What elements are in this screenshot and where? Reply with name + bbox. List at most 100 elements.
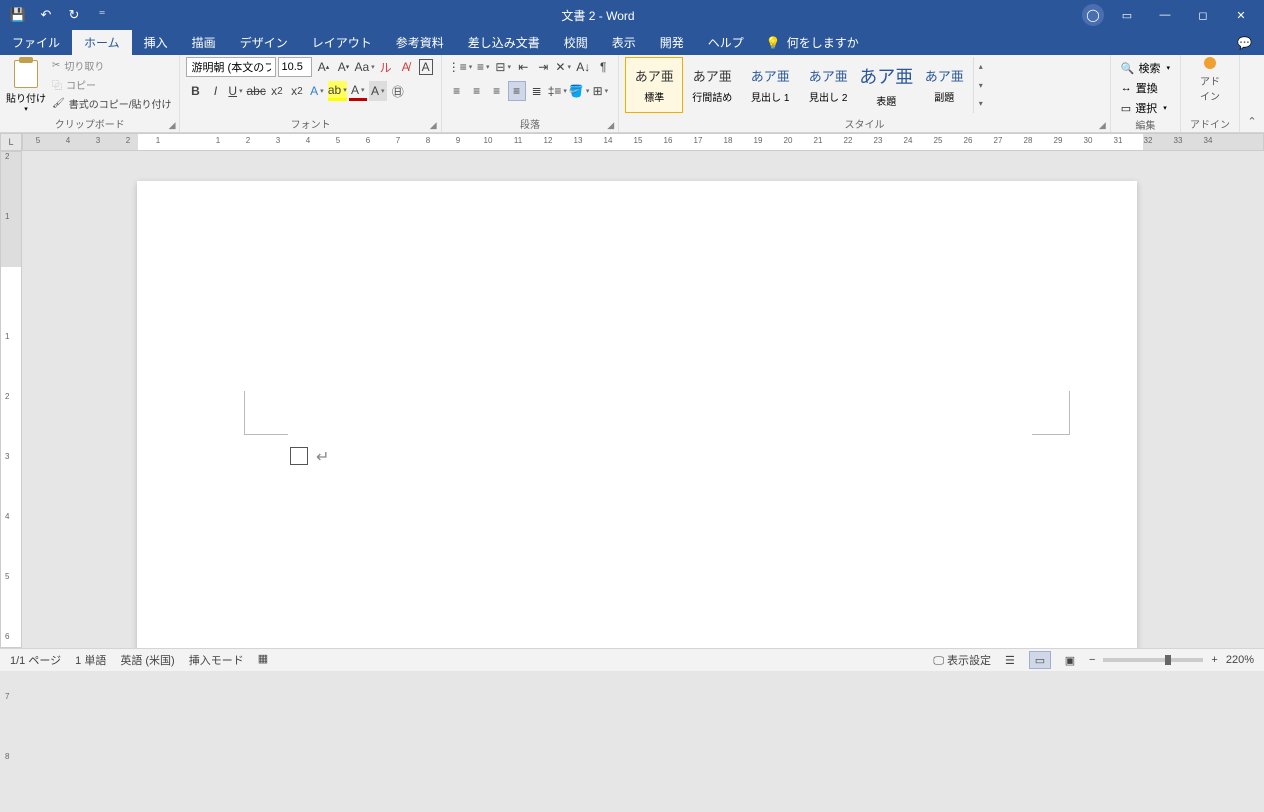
vertical-ruler[interactable]: 2112345678 xyxy=(0,151,22,648)
tab-home[interactable]: ホーム xyxy=(72,30,132,55)
increase-indent-button[interactable]: ⇥ xyxy=(534,57,552,77)
collapse-ribbon-button[interactable]: ⌃ xyxy=(1240,55,1264,132)
clear-format-button[interactable]: A̸ xyxy=(397,57,415,77)
redo-button[interactable]: ↻ xyxy=(62,3,86,27)
tab-view[interactable]: 表示 xyxy=(600,30,648,55)
shrink-font-button[interactable]: A▾ xyxy=(334,57,352,77)
display-settings-button[interactable]: 🖵 表示設定 xyxy=(933,652,991,668)
save-button[interactable]: 💾 xyxy=(6,3,30,27)
shading-button[interactable]: 🪣 xyxy=(569,81,589,101)
styles-scroll[interactable]: ▴▾▾ xyxy=(973,57,987,113)
font-size-combo[interactable] xyxy=(278,57,312,77)
copy-button[interactable]: ⿻コピー xyxy=(50,76,173,93)
align-center-button[interactable]: ≡ xyxy=(468,81,486,101)
view-web-layout[interactable]: ▣ xyxy=(1059,651,1081,669)
minimize-button[interactable]: — xyxy=(1150,3,1180,27)
status-page[interactable]: 1/1 ページ xyxy=(10,652,61,668)
tab-help[interactable]: ヘルプ xyxy=(696,30,756,55)
decrease-indent-button[interactable]: ⇤ xyxy=(514,57,532,77)
status-words[interactable]: 1 単語 xyxy=(75,652,106,668)
line-spacing-button[interactable]: ‡≡ xyxy=(548,81,567,101)
subscript-button[interactable]: x2 xyxy=(268,81,286,101)
zoom-level[interactable]: 220% xyxy=(1226,654,1254,666)
replace-button[interactable]: ↔置換 xyxy=(1117,79,1174,97)
underline-button[interactable]: U xyxy=(226,81,244,101)
tab-draw[interactable]: 描画 xyxy=(180,30,228,55)
cut-button[interactable]: ✂切り取り xyxy=(50,57,173,74)
tell-me-search[interactable]: 💡 何をしますか xyxy=(756,30,869,55)
enclose-char-button[interactable]: ㊐ xyxy=(389,81,407,101)
style-subtitle[interactable]: あア亜副題 xyxy=(915,57,973,113)
tab-review[interactable]: 校閲 xyxy=(552,30,600,55)
tab-layout[interactable]: レイアウト xyxy=(300,30,384,55)
style-normal[interactable]: あア亜標準 xyxy=(625,57,683,113)
ribbon-display-options[interactable]: ▭ xyxy=(1112,3,1142,27)
tab-design[interactable]: デザイン xyxy=(228,30,300,55)
paste-button[interactable]: 貼り付け ▾ xyxy=(6,57,46,115)
tab-mailings[interactable]: 差し込み文書 xyxy=(456,30,552,55)
style-title[interactable]: あア亜表題 xyxy=(857,57,915,113)
title-bar: 💾 ↶ ↻ ⁼ 文書 2 - Word ◯ ▭ — ◻ ✕ xyxy=(0,0,1264,30)
bold-button[interactable]: B xyxy=(186,81,204,101)
strikethrough-button[interactable]: abc xyxy=(246,81,265,101)
align-right-button[interactable]: ≡ xyxy=(488,81,506,101)
superscript-button[interactable]: x2 xyxy=(288,81,306,101)
style-heading1[interactable]: あア亜見出し 1 xyxy=(741,57,799,113)
group-styles: あア亜標準 あア亜行間詰め あア亜見出し 1 あア亜見出し 2 あア亜表題 あア… xyxy=(619,55,1111,132)
font-group-label: フォント xyxy=(291,120,331,131)
bullets-button[interactable]: ⋮≡ xyxy=(448,57,473,77)
italic-button[interactable]: I xyxy=(206,81,224,101)
zoom-out-button[interactable]: − xyxy=(1089,654,1095,666)
maximize-button[interactable]: ◻ xyxy=(1188,3,1218,27)
multilevel-button[interactable]: ⊟ xyxy=(494,57,512,77)
style-nospacing[interactable]: あア亜行間詰め xyxy=(683,57,741,113)
zoom-in-button[interactable]: + xyxy=(1211,654,1217,666)
undo-button[interactable]: ↶ xyxy=(34,3,58,27)
change-case-button[interactable]: Aa xyxy=(354,57,374,77)
grow-font-button[interactable]: A▴ xyxy=(314,57,332,77)
char-shading-button[interactable]: A xyxy=(369,81,387,101)
status-macro-icon[interactable]: ▦ xyxy=(258,652,268,668)
document-scroll[interactable]: ↵ xyxy=(22,151,1264,648)
highlight-button[interactable]: ab xyxy=(328,81,347,101)
find-button[interactable]: 🔍検索▾ xyxy=(1117,59,1174,77)
tab-references[interactable]: 参考資料 xyxy=(384,30,456,55)
paragraph-launcher[interactable]: ◢ xyxy=(607,120,614,131)
addin-button[interactable]: アド イン xyxy=(1187,57,1233,103)
horizontal-ruler[interactable]: 5432112345678910111213141516171819202122… xyxy=(22,133,1264,151)
ribbon: 貼り付け ▾ ✂切り取り ⿻コピー 🖌書式のコピー/貼り付け クリップボード◢ … xyxy=(0,55,1264,133)
close-button[interactable]: ✕ xyxy=(1226,3,1256,27)
view-print-layout[interactable]: ▭ xyxy=(1029,651,1051,669)
format-painter-button[interactable]: 🖌書式のコピー/貼り付け xyxy=(50,95,173,112)
zoom-slider[interactable] xyxy=(1103,658,1203,662)
font-launcher[interactable]: ◢ xyxy=(430,120,437,131)
tab-developer[interactable]: 開発 xyxy=(648,30,696,55)
clipboard-launcher[interactable]: ◢ xyxy=(169,120,176,131)
style-heading2[interactable]: あア亜見出し 2 xyxy=(799,57,857,113)
status-mode[interactable]: 挿入モード xyxy=(189,652,244,668)
share-button[interactable]: 💬 xyxy=(1237,30,1264,55)
account-avatar[interactable]: ◯ xyxy=(1082,4,1104,26)
text-effects-button[interactable]: A xyxy=(308,81,326,101)
align-left-button[interactable]: ≡ xyxy=(448,81,466,101)
show-marks-button[interactable]: ¶ xyxy=(594,57,612,77)
tab-insert[interactable]: 挿入 xyxy=(132,30,180,55)
ruby-button[interactable]: ル xyxy=(377,57,395,77)
asian-layout-button[interactable]: ✕ xyxy=(554,57,572,77)
distribute-button[interactable]: ≣ xyxy=(528,81,546,101)
status-language[interactable]: 英語 (米国) xyxy=(120,652,174,668)
styles-gallery[interactable]: あア亜標準 あア亜行間詰め あア亜見出し 1 あア亜見出し 2 あア亜表題 あア… xyxy=(625,57,987,113)
font-name-combo[interactable] xyxy=(186,57,276,77)
select-button[interactable]: ▭選択▾ xyxy=(1117,99,1174,117)
char-border-button[interactable]: A xyxy=(417,57,435,77)
font-color-button[interactable]: A xyxy=(349,81,367,101)
styles-launcher[interactable]: ◢ xyxy=(1099,120,1106,131)
numbering-button[interactable]: ≡ xyxy=(474,57,492,77)
sort-button[interactable]: A↓ xyxy=(574,57,592,77)
tab-file[interactable]: ファイル xyxy=(0,30,72,55)
tab-selector[interactable]: L xyxy=(0,133,22,151)
borders-button[interactable]: ⊞ xyxy=(591,81,609,101)
qat-customize[interactable]: ⁼ xyxy=(90,3,114,27)
view-read-mode[interactable]: ☰ xyxy=(999,651,1021,669)
justify-button[interactable]: ≡ xyxy=(508,81,526,101)
